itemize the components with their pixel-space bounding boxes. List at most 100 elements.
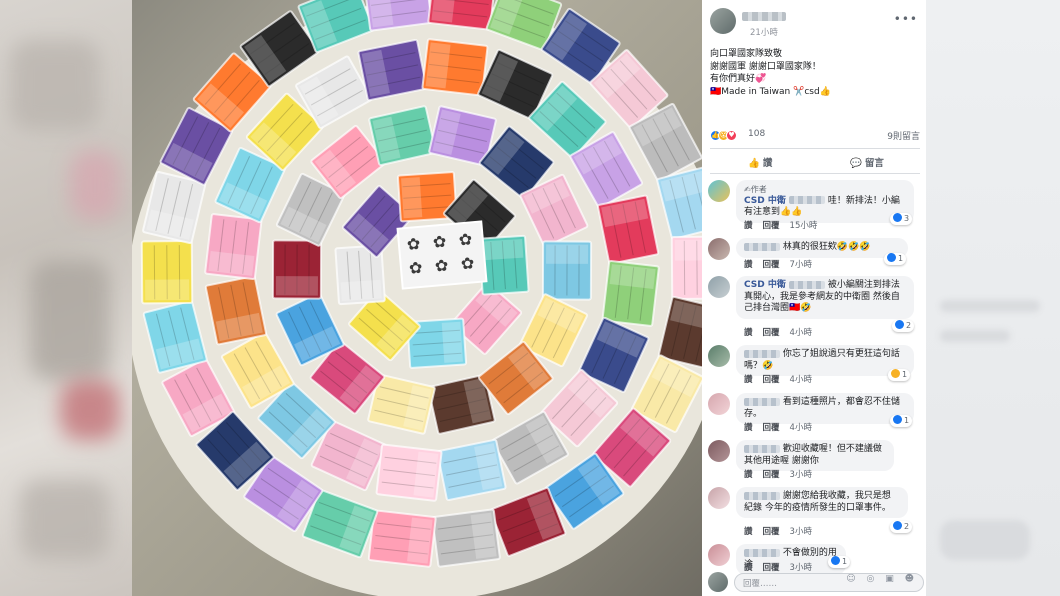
mask-packet [541,240,593,301]
comment-actions: 讚回覆 15小時 [744,219,827,231]
commenter-name-redacted[interactable] [744,444,780,453]
mask-packet [596,194,660,265]
comment-bubble: CSD 中衛 被小編關注到排法真開心，我是參考網友的中衛圈 然後自己排台灣圈🇹🇼… [736,276,914,319]
mask-packet [271,239,323,300]
masks-arrangement-image: ✿ ✿ ✿ ✿ ✿ ✿ [132,0,702,596]
comment-timestamp[interactable]: 3小時 [790,470,812,480]
reaction-icons: 👍😮♥ [710,129,737,141]
mask-packet [478,234,530,296]
comment-bubble: 歡迎收藏喔！但不建議做其他用途喔 謝謝你 [736,440,894,471]
center-mask-packet: ✿ ✿ ✿ ✿ ✿ ✿ [396,220,488,290]
comment-timestamp[interactable]: 15小時 [790,221,818,231]
svg-text:✿: ✿ [406,234,421,254]
comment-timestamp[interactable]: 7小時 [790,260,812,270]
comment-reply-button[interactable]: 回覆 [763,375,780,385]
comment-reaction-count[interactable]: 1 [888,369,911,381]
comment-button[interactable]: 💬 留言 [850,155,884,169]
comment-reaction-count[interactable]: 1 [890,415,913,427]
svg-text:✿: ✿ [408,258,423,278]
comment-like-button[interactable]: 讚 [744,375,753,385]
post-text-line: 向口罩國家隊致敬 [710,49,783,59]
comment-count[interactable]: 9則留言 [887,129,920,142]
like-button-label: 讚 [762,158,773,169]
comment-actions: 讚回覆 3小時 [744,525,822,537]
like-button[interactable]: 👍 讚 [748,155,772,169]
comment-bubble: ✍作者 CSD 中衛 哇！新排法！小編有注意到👍👍 [736,180,914,223]
comment-reaction-count[interactable]: 1 [828,556,851,568]
commenter-name[interactable]: CSD 中衛 [744,196,789,206]
post-header: 21小時 ••• [710,8,920,40]
like-reaction-icon [893,415,902,424]
commenter-name-redacted[interactable] [789,280,825,289]
comment-timestamp[interactable]: 4小時 [790,375,812,385]
commenter-avatar[interactable] [708,487,730,509]
more-options-icon[interactable]: ••• [894,12,918,26]
post-panel: 21小時 ••• 向口罩國家隊致敬 謝謝國軍 謝謝口罩國家隊！ 有你們真好💞 🇹… [702,0,926,596]
comment-reply-button[interactable]: 回覆 [763,527,780,537]
comment-bubble: 看到這種照片，都會忍不住儲存。 [736,393,914,424]
commenter-name-redacted[interactable] [789,196,825,204]
comment-timestamp[interactable]: 4小時 [790,328,812,338]
comment-reply-button[interactable]: 回覆 [763,260,780,270]
comment-like-button[interactable]: 讚 [744,221,753,231]
comment-reply-button[interactable]: 回覆 [763,328,780,338]
like-reaction-icon [887,253,896,262]
comment-reaction-count[interactable]: 3 [890,213,913,225]
reaction-count-value: 3 [904,214,910,223]
mask-packet [204,275,268,346]
post-timestamp[interactable]: 21小時 [750,26,778,38]
comment-like-button[interactable]: 讚 [744,328,753,338]
comment-reply-button[interactable]: 回覆 [763,470,780,480]
mask-packet [140,240,194,305]
svg-text:✿: ✿ [460,253,475,273]
like-reaction-icon [893,521,902,530]
author-avatar[interactable] [710,8,736,34]
comment-actions: 讚回覆 4小時 [744,326,822,338]
comment-actions: 讚回覆 7小時 [744,258,822,270]
commenter-avatar[interactable] [708,440,730,462]
commenter-name-redacted[interactable] [744,397,780,406]
comment-like-button[interactable]: 讚 [744,527,753,537]
commenter-avatar[interactable] [708,276,730,298]
blurred-background-left [0,0,132,596]
commenter-avatar[interactable] [708,238,730,260]
comment-timestamp[interactable]: 4小時 [790,423,812,433]
comment-bubble: 你忘了姐說過只有更狂這句話嗎？🤣 [736,345,914,376]
comment-actions: 讚回覆 4小時 [744,373,822,385]
composer-emoji-camera-gif-sticker-icons[interactable]: ☺ ◎ ▣ ☻ [846,574,918,584]
reaction-count-value: 2 [904,522,910,531]
thumbs-up-icon: 👍 [748,158,760,169]
commenter-name[interactable]: CSD 中衛 [744,280,789,290]
post-photo[interactable]: ✿ ✿ ✿ ✿ ✿ ✿ [132,0,702,596]
commenter-avatar[interactable] [708,345,730,367]
like-reaction-icon [895,320,904,329]
comment-reply-button[interactable]: 回覆 [763,221,780,231]
comment-bubble: 林真的很狂欸🤣🤣🤣 [736,238,908,258]
reaction-count[interactable]: 108 [748,129,765,139]
comment-reaction-count[interactable]: 1 [884,253,907,265]
commenter-avatar[interactable] [708,393,730,415]
comment-timestamp[interactable]: 3小時 [790,527,812,537]
reaction-count-value: 1 [902,370,908,379]
author-name-redacted[interactable] [742,12,786,21]
like-reaction-icon [893,213,902,222]
commenter-name-redacted[interactable] [744,242,780,251]
comment-like-button[interactable]: 讚 [744,423,753,433]
commenter-name-redacted[interactable] [744,349,780,358]
svg-text:✿: ✿ [434,256,449,276]
commenter-avatar[interactable] [708,180,730,202]
comment-like-button[interactable]: 讚 [744,260,753,270]
comment-reaction-count[interactable]: 2 [890,521,913,533]
comment-bubble: 謝謝您給我收藏，我只是想 紀錄 今年的疫情所發生的口罩事件。 [736,487,908,518]
love-reaction-icon: ♥ [726,130,737,141]
commenter-avatar[interactable] [708,544,730,566]
reactions-summary[interactable]: 👍😮♥ 108 9則留言 [710,128,920,142]
comment-reaction-count[interactable]: 2 [892,320,915,332]
post-text: 向口罩國家隊致敬 謝謝國軍 謝謝口罩國家隊！ 有你們真好💞 🇹🇼Made in … [710,48,920,98]
like-reaction-icon [831,556,840,565]
commenter-name-redacted[interactable] [744,491,780,500]
commenter-name-redacted[interactable] [744,548,780,557]
post-text-line: 🇹🇼Made in Taiwan ✂️csd👍 [710,86,831,97]
comment-reply-button[interactable]: 回覆 [763,423,780,433]
comment-like-button[interactable]: 讚 [744,470,753,480]
